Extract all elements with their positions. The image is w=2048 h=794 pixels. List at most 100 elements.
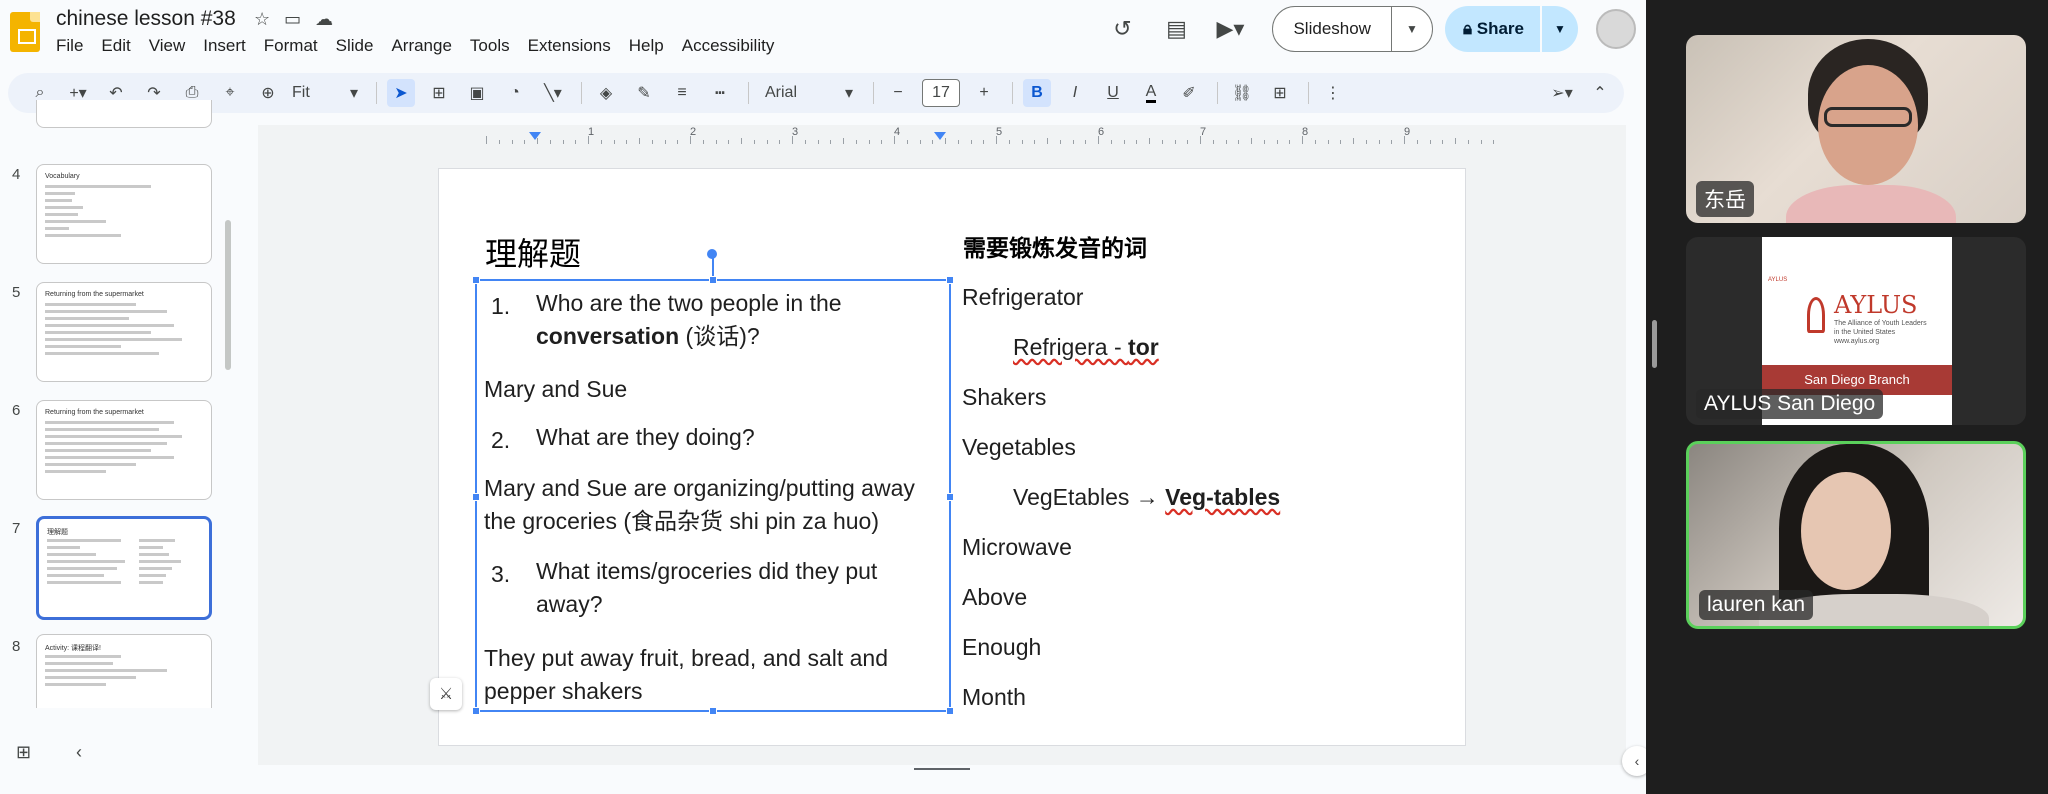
slide-canvas[interactable]: 理解题 1. Who are the two people in the con… bbox=[438, 168, 1466, 746]
menu-arrange[interactable]: Arrange bbox=[391, 36, 461, 56]
word-microwave[interactable]: Microwave bbox=[962, 534, 1072, 561]
word-vegetables[interactable]: Vegetables bbox=[962, 434, 1076, 461]
text-color-icon[interactable]: A bbox=[1137, 79, 1165, 107]
resize-handle[interactable] bbox=[946, 493, 954, 501]
pen-mode-icon[interactable]: ➢▾ bbox=[1548, 79, 1576, 107]
side-panel-toggle-icon[interactable]: ‹ bbox=[1622, 746, 1646, 776]
shape-icon[interactable]: ◔ bbox=[501, 79, 529, 107]
more-options-icon[interactable]: ⋮ bbox=[1319, 79, 1347, 107]
border-color-icon[interactable]: ✎ bbox=[630, 79, 658, 107]
menu-file[interactable]: File bbox=[56, 36, 93, 56]
border-dash-icon[interactable]: ┅ bbox=[706, 79, 734, 107]
resize-handle[interactable] bbox=[709, 276, 717, 284]
participant-tile-speaking[interactable]: lauren kan bbox=[1686, 441, 2026, 629]
font-size-input[interactable]: 17 bbox=[922, 79, 960, 107]
word-vegetables-breakdown[interactable]: VegEtables → Veg-tables bbox=[1013, 484, 1280, 511]
filmstrip-scrollbar[interactable] bbox=[225, 220, 231, 370]
comments-icon[interactable]: ▤ bbox=[1156, 9, 1196, 49]
pronunciation-title[interactable]: 需要锻炼发音的词 bbox=[963, 229, 1147, 263]
panel-resize-handle[interactable] bbox=[1652, 320, 1657, 368]
font-select[interactable]: Arial ▾ bbox=[759, 79, 859, 107]
zoom-icon[interactable]: ⊕ bbox=[254, 79, 282, 107]
add-comment-icon[interactable]: ⊞ bbox=[1266, 79, 1294, 107]
collapse-filmstrip-icon[interactable]: ‹ bbox=[76, 742, 82, 763]
menu-help[interactable]: Help bbox=[629, 36, 674, 56]
vertical-ruler[interactable] bbox=[240, 168, 256, 728]
slide-title[interactable]: 理解题 bbox=[485, 229, 581, 275]
share-dropdown-icon[interactable]: ▼ bbox=[1542, 22, 1578, 36]
border-weight-icon[interactable]: ≡ bbox=[668, 79, 696, 107]
resize-handle[interactable] bbox=[946, 276, 954, 284]
ruler-tick bbox=[1136, 140, 1138, 144]
account-avatar[interactable] bbox=[1596, 9, 1636, 49]
share-button[interactable]: 🔒︎ Share bbox=[1445, 6, 1542, 52]
resize-handle[interactable] bbox=[472, 493, 480, 501]
highlight-icon[interactable]: ✐ bbox=[1175, 79, 1203, 107]
document-title[interactable]: chinese lesson #38 bbox=[56, 7, 236, 31]
participant-tile[interactable]: AYLUS AYLUS The Alliance of Youth Leader… bbox=[1686, 237, 2026, 425]
slide-thumbnail[interactable]: Returning from the supermarket bbox=[36, 400, 212, 500]
slide-number: 5 bbox=[12, 284, 21, 301]
slides-logo-icon[interactable] bbox=[10, 12, 40, 52]
hide-menus-icon[interactable]: ⌃ bbox=[1586, 79, 1614, 107]
menu-edit[interactable]: Edit bbox=[101, 36, 140, 56]
ruler-tick bbox=[1225, 140, 1227, 144]
decrease-font-icon[interactable]: − bbox=[884, 79, 912, 107]
star-icon[interactable]: ☆ bbox=[254, 9, 270, 30]
slideshow-dropdown-icon[interactable]: ▼ bbox=[1392, 22, 1432, 36]
slide-thumbnail-selected[interactable]: 理解题 bbox=[36, 516, 212, 620]
thumbnail-title: Returning from the supermarket bbox=[45, 291, 144, 298]
question-1: Who are the two people in the conversati… bbox=[536, 287, 842, 353]
menu-view[interactable]: View bbox=[149, 36, 196, 56]
slide-thumbnail[interactable]: Activity: 课程翻译! bbox=[36, 634, 212, 708]
meet-camera-icon[interactable]: ▶▾ bbox=[1210, 9, 1250, 49]
resize-handle[interactable] bbox=[709, 707, 717, 715]
menu-tools[interactable]: Tools bbox=[470, 36, 520, 56]
slide-thumbnail[interactable]: Returning from the supermarket bbox=[36, 282, 212, 382]
menu-insert[interactable]: Insert bbox=[203, 36, 256, 56]
participant-tile[interactable]: 东岳 bbox=[1686, 35, 2026, 223]
resize-handle[interactable] bbox=[472, 707, 480, 715]
resize-handle[interactable] bbox=[472, 276, 480, 284]
syllable-b: Veg-tables bbox=[1165, 484, 1281, 510]
underline-icon[interactable]: U bbox=[1099, 79, 1127, 107]
fill-color-icon[interactable]: ◈ bbox=[592, 79, 620, 107]
select-tool-icon[interactable]: ➤ bbox=[387, 79, 415, 107]
image-icon[interactable]: ▣ bbox=[463, 79, 491, 107]
paint-format-icon[interactable]: ⌖ bbox=[216, 79, 244, 107]
menu-accessibility[interactable]: Accessibility bbox=[682, 36, 785, 56]
menu-slide[interactable]: Slide bbox=[336, 36, 384, 56]
slide-thumbnail-partial[interactable] bbox=[36, 100, 212, 128]
word-month[interactable]: Month bbox=[962, 684, 1026, 711]
cloud-status-icon[interactable]: ☁ bbox=[315, 9, 333, 30]
word-shakers[interactable]: Shakers bbox=[962, 384, 1046, 411]
bold-icon[interactable]: B bbox=[1023, 79, 1051, 107]
speaker-notes-handle[interactable] bbox=[914, 768, 970, 770]
resize-handle[interactable] bbox=[946, 707, 954, 715]
ruler-tick bbox=[1187, 140, 1189, 144]
slide-number: 8 bbox=[12, 638, 21, 655]
italic-icon[interactable]: I bbox=[1061, 79, 1089, 107]
move-folder-icon[interactable]: ▭ bbox=[284, 9, 301, 30]
right-indent-marker[interactable] bbox=[934, 132, 946, 140]
line-icon[interactable]: ╲▾ bbox=[539, 79, 567, 107]
horizontal-ruler[interactable]: 1 2 3 4 5 6 7 8 9 bbox=[442, 126, 1495, 144]
zoom-select[interactable]: Fit ▾ bbox=[292, 79, 362, 107]
word-enough[interactable]: Enough bbox=[962, 634, 1041, 661]
grid-view-icon[interactable]: ⊞ bbox=[16, 742, 38, 764]
word-refrigerator-breakdown[interactable]: Refrigera - tor bbox=[1013, 334, 1159, 361]
left-indent-marker[interactable] bbox=[529, 132, 541, 140]
increase-font-icon[interactable]: + bbox=[970, 79, 998, 107]
menu-format[interactable]: Format bbox=[264, 36, 328, 56]
ruler-tick bbox=[1429, 140, 1431, 144]
version-history-icon[interactable]: ↺ bbox=[1102, 9, 1142, 49]
text-box-options-icon[interactable]: ⚔ bbox=[430, 678, 462, 710]
insert-link-icon[interactable]: ⛓ bbox=[1228, 79, 1256, 107]
divider bbox=[376, 82, 377, 104]
menu-extensions[interactable]: Extensions bbox=[528, 36, 621, 56]
slide-thumbnail[interactable]: Vocabulary bbox=[36, 164, 212, 264]
word-refrigerator[interactable]: Refrigerator bbox=[962, 284, 1083, 311]
slideshow-button[interactable]: Slideshow bbox=[1273, 6, 1392, 52]
text-box-icon[interactable]: ⊞ bbox=[425, 79, 453, 107]
word-above[interactable]: Above bbox=[962, 584, 1027, 611]
